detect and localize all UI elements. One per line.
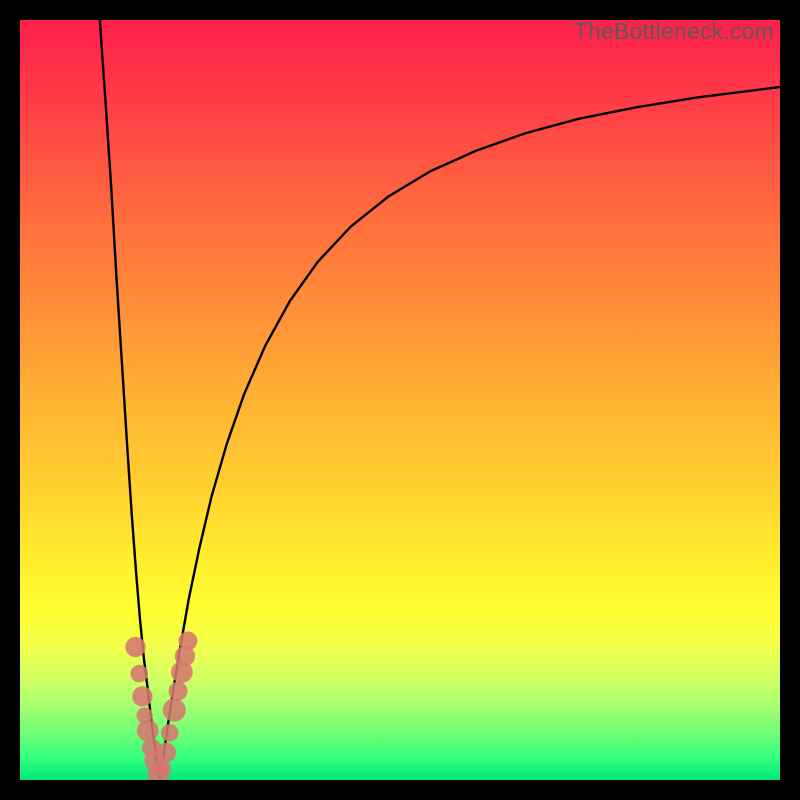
curve-left-branch (100, 20, 160, 780)
curve-right-branch (160, 87, 780, 780)
chart-svg (20, 20, 780, 780)
plot-area: TheBottleneck.com (20, 20, 780, 780)
data-point (132, 686, 152, 706)
data-point (163, 699, 186, 722)
data-point (178, 631, 197, 650)
data-point (125, 637, 145, 657)
scatter-group (125, 631, 197, 780)
data-point (156, 742, 176, 762)
chart-frame: TheBottleneck.com (0, 0, 800, 800)
data-point (137, 720, 159, 742)
data-point (169, 682, 188, 701)
data-point (161, 724, 179, 742)
data-point (131, 665, 149, 683)
